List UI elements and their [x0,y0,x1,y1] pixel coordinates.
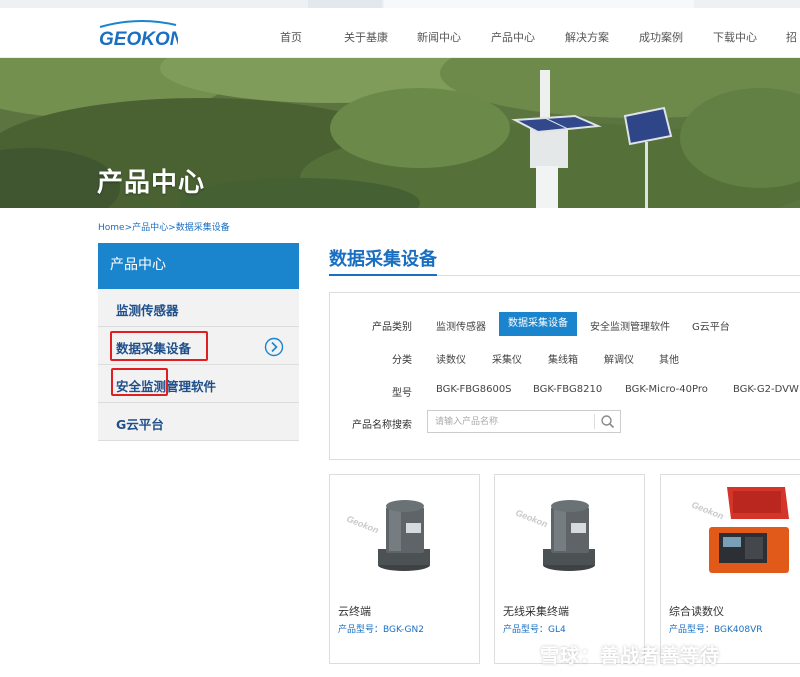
sidebar-header: 产品中心 [98,243,299,289]
nav-about[interactable]: 关于基康 [344,29,388,45]
product-model-value: GL4 [548,625,566,635]
sidebar-item-label: 数据采集设备 [116,341,192,356]
svg-text:Geokon: Geokon [345,514,380,536]
breadcrumb-separator: > [168,223,176,233]
top-strip [0,0,800,8]
sidebar-item-label: G云平台 [116,417,164,432]
nav-home[interactable]: 首页 [280,29,302,45]
filter-option[interactable]: 其他 [659,351,679,366]
product-model: 产品型号：BGK408VR [669,622,763,635]
product-image-cloud-terminal: Geokon [345,500,430,571]
svg-text:Geokon: Geokon [514,508,549,530]
search-box [427,410,621,433]
nav-products[interactable]: 产品中心 [491,29,535,45]
product-model-label: 产品型号： [503,625,549,635]
nav-solutions[interactable]: 解决方案 [565,29,609,45]
filter-option[interactable]: BGK-FBG8600S [436,384,512,395]
filter-option[interactable]: 读数仪 [436,351,466,366]
breadcrumb-products[interactable]: 产品中心 [132,223,168,233]
hero-title: 产品中心 [97,168,206,198]
breadcrumb-home[interactable]: Home [98,223,125,233]
sidebar-item-sensors[interactable]: 监测传感器 [98,289,299,327]
breadcrumb-current[interactable]: 数据采集设备 [176,223,230,233]
breadcrumb: Home>产品中心>数据采集设备 [98,220,230,233]
product-model-value: BGK408VR [714,625,763,635]
search-icon[interactable] [596,411,620,432]
product-model: 产品型号：GL4 [503,622,566,635]
sidebar-item-label: 安全监测管理软件 [116,379,217,394]
filter-option[interactable]: G云平台 [692,318,730,333]
product-card-bgk408vr[interactable]: Geokon 综合读数仪 产品型号：BGK408VR [660,474,800,664]
search-divider [594,414,595,429]
product-name: 综合读数仪 [669,605,724,618]
filter-option[interactable]: 采集仪 [492,351,522,366]
title-divider-accent [329,274,437,276]
filter-option[interactable]: BGK-FBG8210 [533,384,602,395]
filter-label-category: 产品类别 [372,322,412,333]
sidebar-item-g-cloud[interactable]: G云平台 [98,403,299,441]
filter-option[interactable]: BGK-G2-DVW [733,384,799,395]
product-card-gl4[interactable]: Geokon 无线采集终端 产品型号：GL4 [494,474,645,664]
filter-option[interactable]: 安全监测管理软件 [590,318,670,333]
filter-option[interactable]: 监测传感器 [436,318,486,333]
nav-downloads[interactable]: 下载中心 [713,29,757,45]
filter-option-selected[interactable]: 数据采集设备 [499,312,577,336]
nav-recruit[interactable]: 招 [786,29,797,45]
product-model-value: BGK-GN2 [383,625,424,635]
xueqiu-watermark: 雪球：善战者善等待 [540,645,721,667]
breadcrumb-separator: > [124,223,133,233]
filter-label-search: 产品名称搜索 [352,420,412,431]
hero-banner: 产品中心 [0,58,800,208]
product-card-gn2[interactable]: Geokon 云终端 产品型号：BGK-GN2 [329,474,480,664]
filter-label-classification: 分类 [392,355,412,366]
product-search-input[interactable] [429,412,593,431]
geokon-logo[interactable]: GEOKON [98,18,178,48]
product-model: 产品型号：BGK-GN2 [338,622,424,635]
product-name: 云终端 [338,605,371,618]
product-model-label: 产品型号： [338,625,384,635]
filter-option[interactable]: BGK-Micro-40Pro [625,384,708,395]
sidebar-item-label: 监测传感器 [116,303,179,318]
nav-cases[interactable]: 成功案例 [639,29,683,45]
filter-option[interactable]: 集线箱 [548,351,578,366]
svg-text:GEOKON: GEOKON [99,29,178,48]
product-name: 无线采集终端 [503,605,569,618]
svg-text:Geokon: Geokon [690,500,725,522]
sidebar-title: 产品中心 [110,257,166,273]
page-title: 数据采集设备 [329,249,437,270]
filter-option[interactable]: 解调仪 [604,351,634,366]
filter-label-model: 型号 [392,388,412,399]
chevron-right-circle-icon[interactable] [264,337,284,357]
product-image-wireless-terminal: Geokon [514,500,595,571]
site-header: GEOKON 首页 关于基康 新闻中心 产品中心 解决方案 成功案例 下载中心 … [0,8,800,58]
nav-news[interactable]: 新闻中心 [417,29,461,45]
product-model-label: 产品型号： [669,625,715,635]
sidebar-item-safety-software[interactable]: 安全监测管理软件 [98,365,299,403]
product-image-readout: Geokon [690,487,789,573]
